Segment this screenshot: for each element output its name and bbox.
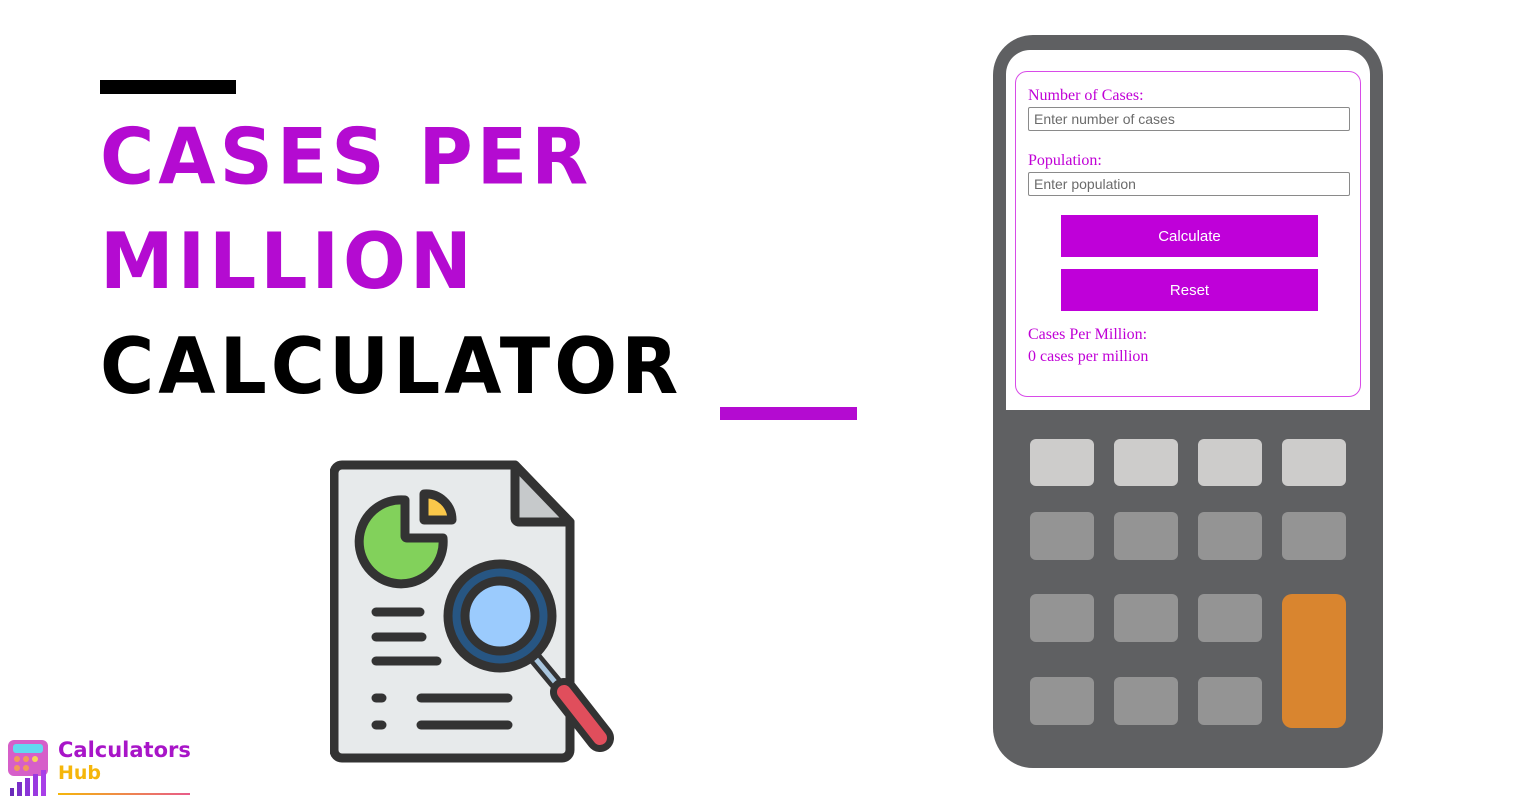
calculator-key [1030, 677, 1094, 725]
page-title-line-1: CASES PER [100, 111, 593, 203]
cases-input[interactable] [1028, 107, 1350, 131]
reset-button[interactable]: Reset [1061, 269, 1318, 311]
population-label: Population: [1028, 152, 1102, 169]
cases-per-million-form: Number of Cases: Population: Calculate R… [1015, 71, 1361, 397]
calculator-key [1198, 439, 1262, 486]
calculator-key [1030, 594, 1094, 642]
calculator-key [1114, 677, 1178, 725]
calculator-key [1282, 512, 1346, 560]
calculator-key [1114, 594, 1178, 642]
page-title-line-2: MILLION [100, 216, 476, 308]
calculate-button[interactable]: Calculate [1061, 215, 1318, 257]
cases-label: Number of Cases: [1028, 87, 1144, 104]
logo-text-calculators: Calculators [58, 738, 191, 762]
page-title-line-3: CALCULATOR [100, 321, 683, 413]
logo-calculator-icon [8, 740, 48, 796]
calculator-key [1198, 594, 1262, 642]
calculator-key [1198, 512, 1262, 560]
decorative-bar-top [100, 80, 236, 94]
calculator-key [1030, 512, 1094, 560]
population-input[interactable] [1028, 172, 1350, 196]
calculators-hub-logo: Calculators Hub [6, 738, 196, 798]
calculator-key-equals [1282, 594, 1346, 728]
result-value: 0 cases per million [1028, 348, 1149, 365]
logo-text-hub: Hub [58, 762, 102, 784]
document-analysis-icon [330, 460, 614, 763]
calculator-key [1114, 439, 1178, 486]
magnifier-lens [460, 576, 540, 656]
decorative-bar-bottom [720, 407, 857, 420]
document-fold [510, 460, 575, 527]
calculator-key [1282, 439, 1346, 486]
calculator-key [1030, 439, 1094, 486]
calculator-key [1198, 677, 1262, 725]
logo-underline [58, 793, 190, 795]
calculator-key [1114, 512, 1178, 560]
result-label: Cases Per Million: [1028, 326, 1148, 343]
